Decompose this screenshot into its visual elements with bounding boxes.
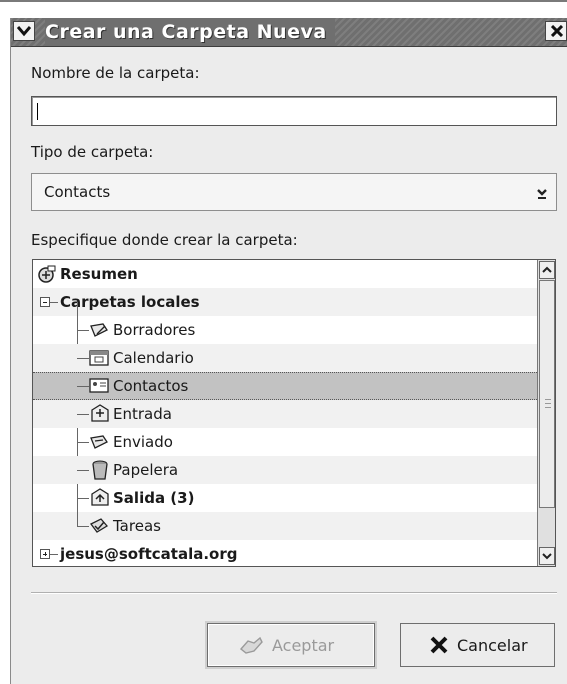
tree-item-label: Entrada (113, 405, 172, 423)
scroll-down-button[interactable] (539, 547, 555, 565)
tree-item-label: Enviado (113, 433, 173, 451)
tree-item-label: Tareas (113, 517, 161, 535)
tree-item-borradores[interactable]: Borradores (33, 316, 537, 344)
tree-item-carpetas-locales[interactable]: Carpetas locales (33, 288, 537, 316)
folder-tree[interactable]: Resumen Carpetas locales Borradores Cale… (32, 259, 556, 567)
text-caret (37, 103, 38, 120)
new-folder-dialog: Crear una Carpeta Nueva Nombre de la car… (10, 18, 567, 684)
tree-scrollbar[interactable] (537, 260, 555, 566)
tree-item-label: Papelera (113, 461, 179, 479)
button-separator (31, 592, 557, 594)
tree-item-label: Salida (3) (113, 489, 195, 507)
tree-item-contactos[interactable]: Contactos (33, 372, 537, 400)
tree-item-papelera[interactable]: Papelera (33, 456, 537, 484)
tree-item-label: Contactos (113, 377, 189, 395)
folder-tree-rows: Resumen Carpetas locales Borradores Cale… (33, 260, 537, 566)
contacts-icon (89, 378, 109, 393)
folder-name-label: Nombre de la carpeta: (31, 64, 200, 82)
tree-item-enviado[interactable]: Enviado (33, 428, 537, 456)
tree-item-label: Resumen (60, 265, 138, 283)
summary-icon (38, 265, 56, 283)
folder-type-select[interactable]: Contacts (31, 173, 557, 211)
tree-item-label: jesus@softcatala.org (60, 545, 238, 563)
inbox-icon (91, 404, 109, 422)
chevron-down-icon (17, 26, 31, 37)
trash-icon (92, 460, 108, 480)
close-window-button[interactable] (545, 21, 567, 41)
tree-item-label: Carpetas locales (60, 293, 200, 311)
arrow-down-icon (542, 553, 552, 560)
handshake-icon (239, 636, 263, 654)
window-menu-button[interactable] (13, 21, 35, 41)
accept-button[interactable]: Aceptar (207, 623, 375, 667)
collapse-toggle[interactable] (40, 297, 50, 307)
expand-toggle[interactable] (40, 549, 50, 559)
window-title: Crear una Carpeta Nueva (45, 18, 335, 46)
tree-item-label: Borradores (113, 321, 196, 339)
calendar-icon (89, 350, 109, 366)
folder-type-label: Tipo de carpeta: (31, 143, 154, 161)
cancel-icon (430, 636, 448, 654)
tree-item-account[interactable]: jesus@softcatala.org (33, 540, 537, 566)
tree-item-label: Calendario (113, 349, 194, 367)
dropdown-arrow-icon (537, 189, 547, 199)
tree-item-resumen[interactable]: Resumen (33, 260, 537, 288)
tree-item-salida[interactable]: Salida (3) (33, 484, 537, 512)
scroll-thumb[interactable] (539, 280, 555, 508)
accept-button-label: Aceptar (272, 636, 335, 655)
folder-name-input[interactable] (31, 96, 557, 126)
sent-icon (90, 435, 108, 449)
outbox-icon (91, 488, 109, 506)
drafts-icon (90, 323, 108, 337)
arrow-up-icon (542, 266, 552, 273)
title-bar[interactable]: Crear una Carpeta Nueva (11, 18, 567, 47)
scroll-up-button[interactable] (539, 261, 555, 279)
tree-item-tareas[interactable]: Tareas (33, 512, 537, 540)
tree-item-calendario[interactable]: Calendario (33, 344, 537, 372)
close-icon (551, 25, 563, 37)
top-border-line (0, 0, 567, 2)
tasks-icon (90, 518, 108, 533)
tree-item-entrada[interactable]: Entrada (33, 400, 537, 428)
location-label: Especifique donde crear la carpeta: (31, 231, 298, 249)
cancel-button-label: Cancelar (457, 636, 528, 655)
folder-type-value: Contacts (44, 183, 111, 201)
cancel-button[interactable]: Cancelar (400, 623, 555, 667)
